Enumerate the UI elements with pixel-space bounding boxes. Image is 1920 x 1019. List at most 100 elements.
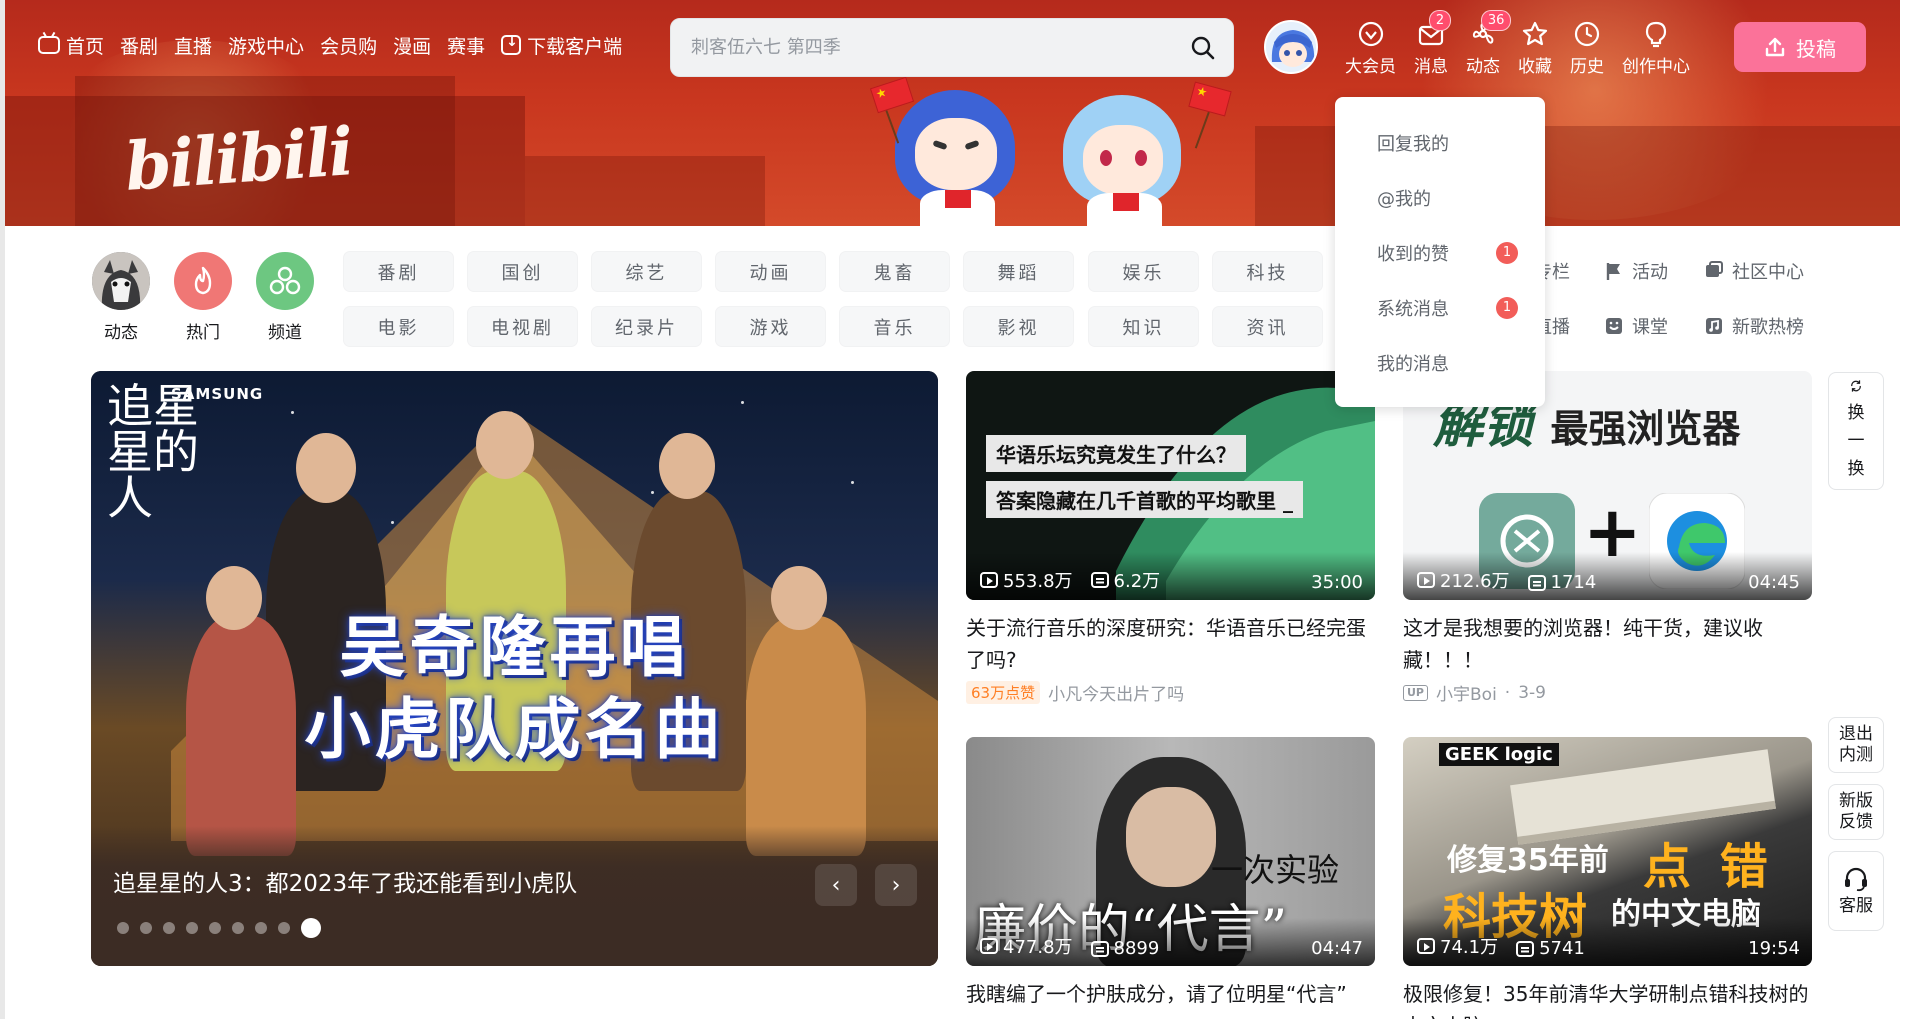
nav-live[interactable]: 直播 [174, 32, 212, 59]
meta-separator: · [1504, 682, 1511, 703]
nav-game-center-label: 游戏中心 [228, 35, 305, 58]
channel-pill-bangumi[interactable]: 番剧 [343, 251, 454, 292]
bilibili-logo[interactable]: bilibili [123, 112, 355, 206]
nav-game-center[interactable]: 游戏中心 [228, 32, 304, 59]
channel-pill-movie[interactable]: 电影 [343, 306, 454, 347]
video-thumbnail[interactable]: 一次实验 廉价的“代言” 477.8万 8899 04:47 [966, 737, 1375, 966]
person-head [476, 411, 534, 479]
carousel-headline-line2: 小虎队成名曲 [304, 691, 725, 768]
channel-dynamic[interactable]: 动态 [86, 252, 156, 343]
channel-link-course[interactable]: 课堂 [1604, 313, 1668, 339]
menu-item-likes[interactable]: 收到的赞 1 [1335, 225, 1545, 280]
exit-beta-button[interactable]: 退出内测 [1828, 717, 1884, 773]
video-title[interactable]: 极限修复！35年前清华大学研制点错科技树的中文电脑 [1403, 978, 1812, 1019]
likes-badge: 1 [1496, 241, 1518, 264]
thumb-brand-logo: GEEK logic [1439, 743, 1559, 766]
channel-link-community[interactable]: 社区中心 [1704, 258, 1804, 284]
nav-favorites[interactable]: 收藏 [1509, 14, 1561, 77]
menu-item-replies[interactable]: 回复我的 [1335, 115, 1545, 170]
nav-esports[interactable]: 赛事 [447, 32, 485, 59]
refresh-feed-button[interactable]: 换一换 [1828, 372, 1884, 490]
channel-pill-tech[interactable]: 科技 [1212, 251, 1323, 292]
carousel-dot[interactable] [255, 922, 267, 934]
carousel-title[interactable]: 追星星的人3：都2023年了我还能看到小虎队 [113, 864, 577, 898]
nav-creator-center[interactable]: 创作中心 [1613, 14, 1699, 77]
play-count-icon [1417, 572, 1435, 588]
channel-pill-news[interactable]: 资讯 [1212, 306, 1323, 347]
menu-item-my-messages[interactable]: 我的消息 [1335, 335, 1545, 390]
menu-item-system[interactable]: 系统消息 1 [1335, 280, 1545, 335]
carousel-dot[interactable] [140, 922, 152, 934]
carousel-dot-active[interactable] [301, 918, 321, 938]
search-button[interactable] [1173, 19, 1233, 76]
carousel-prev-button[interactable]: ‹ [815, 864, 857, 906]
menu-item-mentions[interactable]: @我的 [1335, 170, 1545, 225]
search-input[interactable] [671, 19, 1173, 76]
carousel-dot[interactable] [117, 922, 129, 934]
thumb-caption-1: 华语乐坛究竟发生了什么？ [986, 435, 1246, 472]
carousel-dots [117, 918, 321, 938]
video-meta[interactable]: UP 小宇Boi · 3-9 [1403, 680, 1812, 705]
bulb-icon [1645, 21, 1667, 48]
message-dropdown-menu: 回复我的 @我的 收到的赞 1 系统消息 1 我的消息 [1335, 97, 1545, 407]
channel-pill-music[interactable]: 音乐 [839, 306, 950, 347]
video-author: 小凡今天出片了吗 [1048, 685, 1185, 705]
featured-carousel[interactable]: 追星星的人 SAMSUNG 吴奇隆再唱 小虎队成名曲 追星星的人3：都2023年… [91, 371, 938, 966]
video-title[interactable]: 关于流行音乐的深度研究：华语音乐已经完蛋了吗? [966, 612, 1375, 676]
user-avatar[interactable] [1264, 20, 1318, 74]
play-count-icon [980, 938, 998, 954]
view-count: 212.6万 [1440, 571, 1510, 592]
play-count-icon [980, 572, 998, 588]
channel-pill-game[interactable]: 游戏 [715, 306, 826, 347]
carousel-dot[interactable] [163, 922, 175, 934]
danmaku-icon [1090, 940, 1109, 957]
video-meta[interactable]: 63万点赞 小凡今天出片了吗 [966, 680, 1375, 705]
view-count: 477.8万 [1003, 937, 1073, 958]
video-thumbnail[interactable]: 华语乐坛究竟发生了什么？ 答案隐藏在几千首歌的平均歌里 _ 553.8万 6.2… [966, 371, 1375, 600]
channel-pill-variety[interactable]: 综艺 [591, 251, 702, 292]
customer-service-button[interactable]: 客服 [1828, 851, 1884, 931]
nav-manga[interactable]: 漫画 [393, 32, 431, 59]
nav-bangumi[interactable]: 番剧 [120, 32, 158, 59]
channel-link-new-songs[interactable]: 新歌热榜 [1704, 313, 1804, 339]
carousel-headline: 吴奇隆再唱 小虎队成名曲 [91, 607, 938, 771]
video-title[interactable]: 这才是我想要的浏览器！纯干货，建议收藏！！！ [1403, 612, 1812, 676]
nav-history[interactable]: 历史 [1561, 14, 1613, 77]
video-stats: 212.6万 1714 04:45 [1403, 552, 1812, 600]
view-count: 553.8万 [1003, 571, 1073, 592]
video-title[interactable]: 我瞎编了一个护肤成分，请了位明星“代言” [966, 978, 1375, 1010]
star-icon [1522, 21, 1548, 46]
nav-home[interactable]: 首页 [38, 32, 104, 59]
channel-hot[interactable]: 热门 [168, 252, 238, 343]
upload-button[interactable]: 投稿 [1734, 22, 1866, 72]
channel-pill-guichu[interactable]: 鬼畜 [839, 251, 950, 292]
thumb-caption-1: 一次实验 [1210, 851, 1339, 889]
show-logo: 追星星的人 [107, 379, 199, 525]
upload-label: 投稿 [1796, 36, 1836, 61]
channel-pill-documentary[interactable]: 纪录片 [591, 306, 702, 347]
nav-vip[interactable]: 大会员 [1336, 14, 1405, 77]
refresh-label: 换一换 [1847, 403, 1865, 479]
carousel-dot[interactable] [232, 922, 244, 934]
channel-link-activity[interactable]: 活动 [1604, 258, 1668, 284]
course-icon [1606, 318, 1622, 334]
channel-pill-film[interactable]: 影视 [963, 306, 1074, 347]
channel-pill-guochuang[interactable]: 国创 [467, 251, 578, 292]
nav-member-shop[interactable]: 会员购 [320, 32, 377, 59]
video-thumbnail[interactable]: GEEK logic 修复35年前 点 错 科技树 的中文电脑 74.1万 57… [1403, 737, 1812, 966]
channel-channels[interactable]: 频道 [250, 252, 320, 343]
nav-dynamic[interactable]: 36 动态 [1457, 10, 1512, 77]
channel-pill-dance[interactable]: 舞蹈 [963, 251, 1074, 292]
carousel-dot[interactable] [278, 922, 290, 934]
channel-pill-entertainment[interactable]: 娱乐 [1088, 251, 1199, 292]
adjacent-window-edge [0, 0, 5, 1019]
channel-pill-tv-series[interactable]: 电视剧 [467, 306, 578, 347]
feedback-button[interactable]: 新版反馈 [1828, 784, 1884, 840]
nav-message[interactable]: 2 消息 [1405, 10, 1457, 77]
carousel-dot[interactable] [209, 922, 221, 934]
channel-pill-knowledge[interactable]: 知识 [1088, 306, 1199, 347]
nav-download-client[interactable]: 下载客户端 [501, 32, 622, 59]
channel-pill-anime[interactable]: 动画 [715, 251, 826, 292]
carousel-dot[interactable] [186, 922, 198, 934]
carousel-next-button[interactable]: › [875, 864, 917, 906]
